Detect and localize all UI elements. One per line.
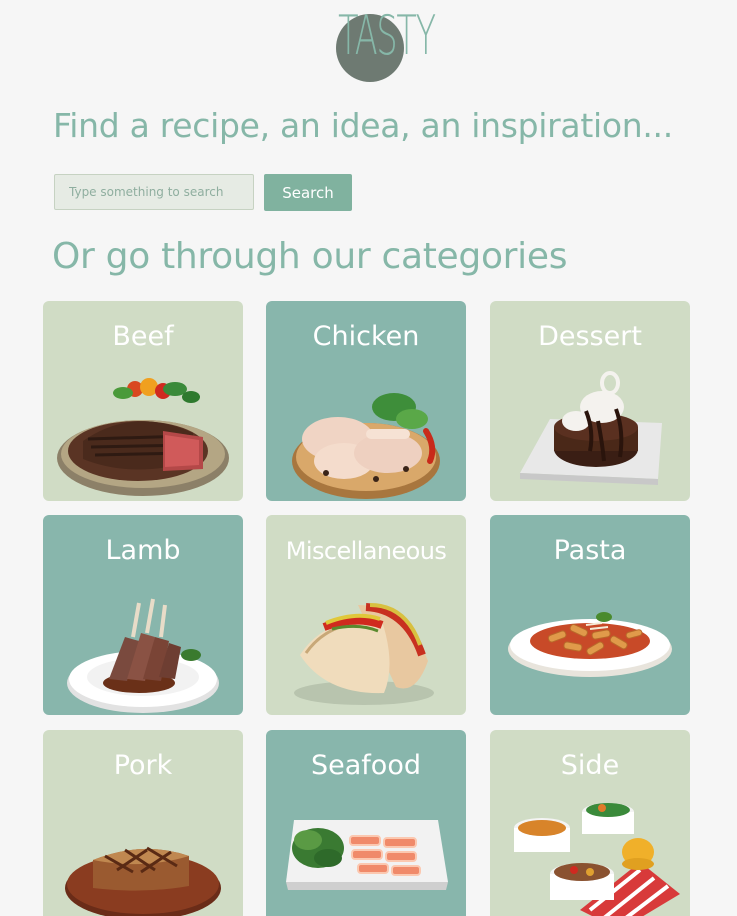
category-card-seafood[interactable]: Seafood (266, 730, 466, 916)
category-card-miscellaneous[interactable]: Miscellaneous (266, 515, 466, 715)
search-input[interactable] (54, 174, 254, 210)
pork-chop-image (43, 790, 243, 916)
category-label: Chicken (312, 321, 420, 352)
category-label: Beef (112, 321, 174, 352)
page-headline: Find a recipe, an idea, an inspiration..… (53, 106, 673, 145)
search-button[interactable]: Search (264, 174, 352, 211)
category-label: Side (560, 750, 620, 781)
category-label: Lamb (105, 535, 181, 566)
category-label: Pasta (553, 535, 627, 566)
category-card-pasta[interactable]: Pasta (490, 515, 690, 715)
salmon-sashimi-image (266, 790, 466, 916)
side-dishes-image (490, 790, 690, 916)
categories-heading: Or go through our categories (52, 236, 568, 277)
category-label: Pork (113, 750, 173, 781)
raw-chicken-legs-image (266, 361, 466, 501)
logo-text: TASTY (338, 4, 436, 67)
tasty-logo[interactable]: TASTY (318, 4, 436, 84)
category-card-pork[interactable]: Pork (43, 730, 243, 916)
category-card-dessert[interactable]: Dessert (490, 301, 690, 501)
lamb-chops-image (43, 575, 243, 715)
category-card-beef[interactable]: Beef (43, 301, 243, 501)
category-card-lamb[interactable]: Lamb (43, 515, 243, 715)
category-card-side[interactable]: Side (490, 730, 690, 916)
chocolate-cake-image (490, 361, 690, 501)
category-label: Dessert (538, 321, 642, 352)
penne-pasta-image (490, 575, 690, 715)
category-label: Seafood (311, 750, 421, 781)
category-label: Miscellaneous (285, 537, 447, 565)
category-card-chicken[interactable]: Chicken (266, 301, 466, 501)
tacos-image (266, 575, 466, 715)
beef-steak-image (43, 361, 243, 501)
